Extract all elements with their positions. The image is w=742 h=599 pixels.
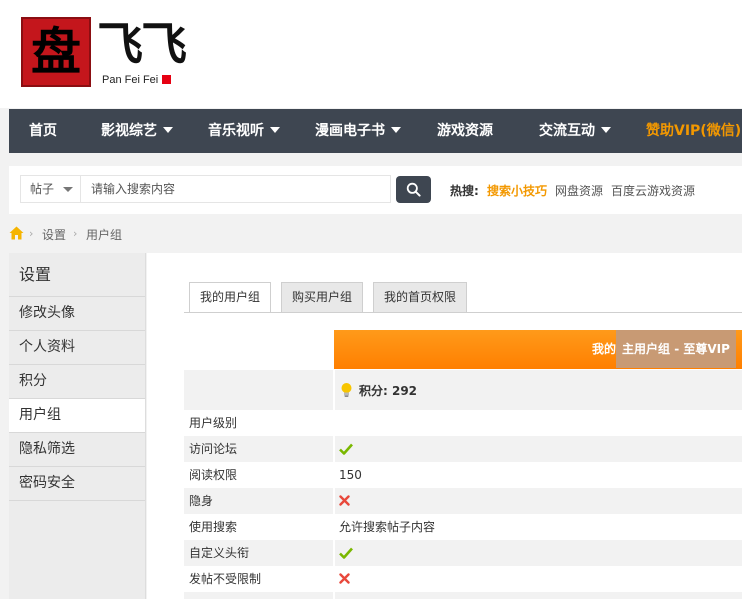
usergroup-title: 我的 主用户组 - 至尊VIP [592, 330, 736, 368]
nav-item-video[interactable]: 影视综艺 [101, 109, 173, 153]
usergroup-header: 我的 主用户组 - 至尊VIP [334, 330, 742, 369]
column-divider [333, 370, 335, 410]
caret-down-icon [391, 127, 401, 133]
tab-my-usergroup[interactable]: 我的用户组 [189, 282, 272, 313]
perm-row-partial [184, 592, 742, 599]
nav-item-label: 赞助VIP(微信) [646, 123, 742, 139]
search-type-value: 帖子 [30, 182, 55, 196]
search-bar: 帖子 热搜: 搜索小技巧 网盘资源 百度云游戏资源 [9, 166, 742, 214]
site-header: 盘 飞飞 Pan Fei Fei [0, 0, 742, 108]
nav-item-home[interactable]: 首页 [29, 109, 57, 153]
perm-row-use-search: 使用搜索 允许搜索帖子内容 [184, 514, 742, 540]
breadcrumb-separator-icon: › [73, 227, 78, 240]
nav-item-music[interactable]: 音乐视听 [208, 109, 280, 153]
perm-label: 阅读权限 [189, 468, 238, 482]
search-input[interactable] [80, 175, 391, 203]
tab-home-permissions[interactable]: 我的首页权限 [373, 282, 468, 312]
check-icon [339, 443, 353, 455]
hot-link-netdisk[interactable]: 网盘资源 [555, 182, 603, 199]
caret-down-icon [63, 187, 73, 192]
check-icon [339, 547, 353, 559]
sidebar-item-profile[interactable]: 个人资料 [9, 331, 145, 365]
nav-item-vip[interactable]: 赞助VIP(微信) [646, 109, 741, 153]
perm-row-user-level: 用户级别 [184, 410, 742, 436]
column-divider [333, 436, 335, 462]
perm-label: 发帖不受限制 [189, 572, 262, 586]
column-divider [333, 540, 335, 566]
sidebar-item-privacy[interactable]: 隐私筛选 [9, 433, 145, 467]
logo-red-square-icon [162, 75, 172, 84]
usergroup-title-prefix: 我的 [592, 342, 617, 356]
search-type-select[interactable]: 帖子 [20, 175, 80, 203]
column-divider [333, 592, 335, 599]
tab-divider [184, 312, 742, 313]
perm-row-read-access: 阅读权限 150 [184, 462, 742, 488]
logo-subtitle: Pan Fei Fei [102, 74, 172, 86]
perm-value: 允许搜索帖子内容 [339, 520, 436, 534]
perm-row-access-forum: 访问论坛 [184, 436, 742, 462]
caret-down-icon [163, 127, 173, 133]
main-nav: 首页 影视综艺 音乐视听 漫画电子书 游戏资源 交流互动 赞助VIP(微信) [9, 109, 742, 153]
points-row: 积分: 292 [184, 370, 742, 410]
perm-label: 自定义头衔 [189, 546, 250, 560]
nav-item-label: 交流互动 [539, 123, 595, 139]
nav-item-comics[interactable]: 漫画电子书 [315, 109, 401, 153]
nav-item-label: 音乐视听 [208, 123, 264, 139]
nav-item-games[interactable]: 游戏资源 [437, 109, 493, 153]
main-content: 我的用户组 购买用户组 我的首页权限 我的 主用户组 - 至尊VIP 积分: 29… [147, 253, 742, 599]
sidebar-item-usergroup[interactable]: 用户组 [9, 399, 145, 433]
perm-value: 150 [339, 468, 362, 482]
hot-link-search-tips[interactable]: 搜索小技巧 [487, 182, 547, 199]
sidebar-title: 设置 [9, 253, 145, 297]
perm-row-invisible: 隐身 [184, 488, 742, 514]
perm-label: 隐身 [189, 494, 214, 508]
hot-search-label: 热搜: [450, 184, 479, 198]
tab-buy-usergroup[interactable]: 购买用户组 [281, 282, 364, 312]
hot-link-baidu-games[interactable]: 百度云游戏资源 [611, 182, 695, 199]
logo-subtitle-text: Pan Fei Fei [102, 74, 159, 86]
perm-label: 使用搜索 [189, 520, 238, 534]
usergroup-current[interactable]: 主用户组 - 至尊VIP [616, 330, 736, 368]
logo-brush-text[interactable]: 飞飞 [97, 16, 187, 72]
perm-label: 访问论坛 [189, 442, 238, 456]
search-button[interactable] [396, 176, 431, 203]
nav-item-label: 游戏资源 [437, 123, 493, 139]
search-icon [406, 182, 421, 197]
nav-item-label: 漫画电子书 [315, 123, 385, 139]
logo-seal-char: 盘 [31, 22, 81, 81]
sidebar-item-avatar[interactable]: 修改头像 [9, 297, 145, 331]
sidebar-item-password[interactable]: 密码安全 [9, 467, 145, 501]
perm-label: 用户级别 [189, 416, 238, 430]
nav-item-community[interactable]: 交流互动 [539, 109, 611, 153]
cross-icon [339, 573, 350, 584]
lightbulb-icon [341, 383, 352, 397]
logo-seal[interactable]: 盘 [21, 17, 91, 87]
sidebar-item-credits[interactable]: 积分 [9, 365, 145, 399]
caret-down-icon [601, 127, 611, 133]
perm-row-custom-title: 自定义头衔 [184, 540, 742, 566]
breadcrumb-separator-icon: › [29, 227, 34, 240]
cross-icon [339, 495, 350, 506]
breadcrumb-usergroup[interactable]: 用户组 [86, 226, 122, 243]
settings-sidebar: 设置 修改头像 个人资料 积分 用户组 隐私筛选 密码安全 [9, 253, 146, 599]
breadcrumb-settings[interactable]: 设置 [42, 226, 66, 243]
home-icon[interactable] [9, 226, 24, 240]
nav-item-label: 首页 [29, 123, 57, 139]
nav-item-label: 影视综艺 [101, 123, 157, 139]
perm-row-post-unlimited: 发帖不受限制 [184, 566, 742, 592]
points-value: 积分: 292 [359, 384, 418, 398]
caret-down-icon [270, 127, 280, 133]
column-divider [333, 488, 335, 514]
